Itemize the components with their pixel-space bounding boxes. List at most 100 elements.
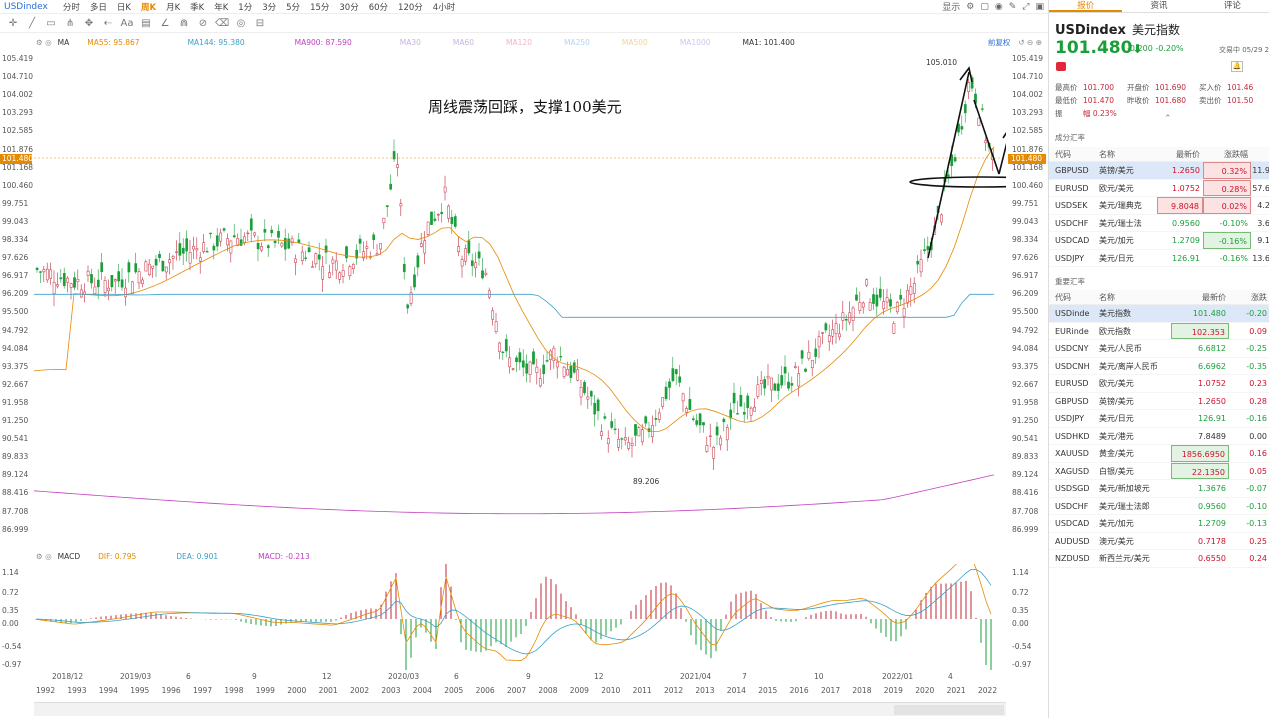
major-row[interactable]: USDCNH 美元/离岸人民币 6.6962 -0.35 [1049, 358, 1269, 375]
major-row[interactable]: USDHKD 美元/港元 7.8489 0.00 [1049, 428, 1269, 445]
timeframe-tab[interactable]: 60分 [364, 1, 393, 13]
symbol-label[interactable]: USDindex [4, 2, 48, 12]
candle-body [175, 251, 178, 253]
panel-time: 交易中 05/29 21:52 [1219, 46, 1269, 54]
hide-tool-icon[interactable]: ⊘ [196, 18, 210, 29]
arrow-tool-icon[interactable]: ⇠ [101, 18, 115, 29]
major-row[interactable]: GBPUSD 英镑/美元 1.2650 0.28 [1049, 393, 1269, 410]
panel-tab[interactable]: 评论 [1196, 0, 1269, 12]
scrollbar-thumb[interactable] [894, 705, 1004, 715]
panel-tab[interactable]: 资讯 [1122, 0, 1195, 12]
timeframe-tab[interactable]: 多日 [85, 1, 112, 13]
component-pct: 0.32% [1203, 162, 1251, 179]
favorite-icon[interactable] [1056, 62, 1066, 71]
timeframe-tab[interactable]: 5分 [281, 1, 305, 13]
major-row[interactable]: USDinde 美元指数 101.480 -0.20 [1049, 305, 1269, 323]
timeframe-tab[interactable]: 分时 [58, 1, 85, 13]
price-tick: 100.460 [1012, 180, 1044, 190]
major-row[interactable]: NZDUSD 新西兰元/美元 0.6550 0.24 [1049, 550, 1269, 568]
header-cell[interactable]: 涨跌幅 [1203, 147, 1251, 161]
timeframe-tab[interactable]: 4小时 [428, 1, 460, 13]
pencil-icon[interactable]: ✎ [1009, 2, 1017, 12]
year-tick: 2004 [412, 686, 432, 695]
major-price: 1856.6950 [1171, 445, 1229, 462]
timeframe-tab[interactable]: 年K [209, 1, 233, 13]
macd-chart[interactable] [34, 564, 1006, 670]
lock-tool-icon[interactable]: ⊟ [253, 18, 267, 29]
delete-tool-icon[interactable]: ⌫ [215, 18, 229, 29]
timeframe-tab[interactable]: 1分 [233, 1, 257, 13]
major-row[interactable]: USDCNY 美元/人民币 6.6812 -0.25 [1049, 340, 1269, 358]
quote-row: 最高价 101.700 开盘价 101.690 买入价 101.46 [1055, 81, 1269, 94]
candle-body [878, 288, 882, 298]
major-row[interactable]: XAGUSD 白银/美元 22.1350 0.05 [1049, 462, 1269, 480]
major-row[interactable]: EURinde 欧元指数 102.353 0.09 [1049, 322, 1269, 340]
crosshair-icon[interactable]: ✛ [6, 18, 20, 29]
major-row[interactable]: XAUUSD 黄金/美元 1856.6950 0.16 [1049, 445, 1269, 463]
timeframe-tab[interactable]: 3分 [257, 1, 281, 13]
adjust-button[interactable]: 前复权 [988, 37, 1011, 48]
timeframe-tab[interactable]: 月K [161, 1, 185, 13]
candle-body [569, 366, 573, 378]
panel-tab[interactable]: 报价 [1049, 0, 1123, 12]
candlestick-chart[interactable] [34, 50, 1006, 540]
header-cell[interactable]: 最新价 [1171, 290, 1229, 304]
macd-label[interactable]: MACD [58, 552, 80, 561]
ma-label[interactable]: MA [58, 38, 70, 47]
header-cell[interactable]: 涨跌 [1229, 290, 1269, 304]
major-row[interactable]: USDCHF 美元/瑞士法郎 0.9560 -0.10 [1049, 498, 1269, 515]
candle-body [382, 217, 386, 224]
component-row[interactable]: EURUSD 欧元/美元 1.0752 0.28% 57.6 [1049, 179, 1269, 197]
header-cell[interactable] [1251, 147, 1269, 161]
component-row[interactable]: USDCHF 美元/瑞士法 0.9560 -0.10% 3.6 [1049, 215, 1269, 232]
component-row[interactable]: USDCAD 美元/加元 1.2709 -0.16% 9.1 [1049, 232, 1269, 250]
move-tool-icon[interactable]: ✥ [82, 18, 96, 29]
major-row[interactable]: USDSGD 美元/新加坡元 1.3676 -0.07 [1049, 480, 1269, 498]
candle-body [226, 238, 229, 246]
layout-icon[interactable]: ▢ [980, 2, 989, 12]
timeframe-tab[interactable]: 15分 [305, 1, 334, 13]
rect-tool-icon[interactable]: ▭ [44, 18, 58, 29]
magnet-tool-icon[interactable]: ⋒ [177, 18, 191, 29]
major-row[interactable]: AUDUSD 澳元/美元 0.7178 0.25 [1049, 533, 1269, 550]
price-tick: 91.958 [1012, 397, 1039, 407]
comment-tool-icon[interactable]: ▤ [139, 18, 153, 29]
component-row[interactable]: GBPUSD 英镑/美元 1.2650 0.32% 11.9 [1049, 162, 1269, 180]
collapse-icon[interactable]: ⌃ [1164, 114, 1172, 124]
year-tick: 2021 [946, 686, 966, 695]
display-menu[interactable]: 显示 [942, 0, 960, 13]
header-cell[interactable]: 名称 [1099, 290, 1171, 304]
settings-icon[interactable]: ⚙ [966, 2, 974, 12]
component-price: 9.8048 [1157, 197, 1203, 214]
undo-icon[interactable]: ↺ ⊖ ⊕ [1018, 38, 1042, 47]
timeframe-tab[interactable]: 日K [112, 1, 136, 13]
settings-icon[interactable]: ⚙ ◎ [36, 552, 52, 561]
ruler-tool-icon[interactable]: ∠ [158, 18, 172, 29]
settings-icon[interactable]: ⚙ ◎ [36, 38, 52, 47]
timeframe-tab[interactable]: 30分 [334, 1, 363, 13]
component-row[interactable]: USDSEK 美元/瑞典克 9.8048 0.02% 4.2 [1049, 197, 1269, 215]
fork-tool-icon[interactable]: ⋔ [63, 18, 77, 29]
header-cell[interactable]: 最新价 [1157, 147, 1203, 161]
time-scrollbar[interactable] [34, 702, 1006, 716]
panel-toggle-icon[interactable]: ▣ [1035, 2, 1044, 12]
major-row[interactable]: USDCAD 美元/加元 1.2709 -0.13 [1049, 515, 1269, 533]
major-row[interactable]: USDJPY 美元/日元 126.91 -0.16 [1049, 410, 1269, 428]
candle-body [147, 263, 151, 275]
timeframe-tab[interactable]: 周K [136, 1, 161, 13]
timeframe-tab[interactable]: 季K [185, 1, 209, 13]
timeframe-tab[interactable]: 120分 [393, 1, 428, 13]
fullscreen-icon[interactable]: ⤢ [1022, 2, 1029, 12]
major-row[interactable]: EURUSD 欧元/美元 1.0752 0.23 [1049, 375, 1269, 393]
alert-bell-icon[interactable]: 🔔 [1231, 61, 1243, 72]
eye-tool-icon[interactable]: ◎ [234, 18, 248, 29]
header-cell[interactable]: 代码 [1049, 147, 1099, 161]
text-tool-icon[interactable]: Aa [120, 18, 134, 29]
component-row[interactable]: USDJPY 美元/日元 126.91 -0.16% 13.6 [1049, 250, 1269, 267]
current-price-tag: 101.480 [1008, 154, 1046, 164]
candle-body [960, 126, 964, 130]
header-cell[interactable]: 名称 [1099, 147, 1157, 161]
line-tool-icon[interactable]: ╱ [25, 18, 39, 29]
camera-icon[interactable]: ◉ [995, 2, 1003, 12]
header-cell[interactable]: 代码 [1049, 290, 1099, 304]
